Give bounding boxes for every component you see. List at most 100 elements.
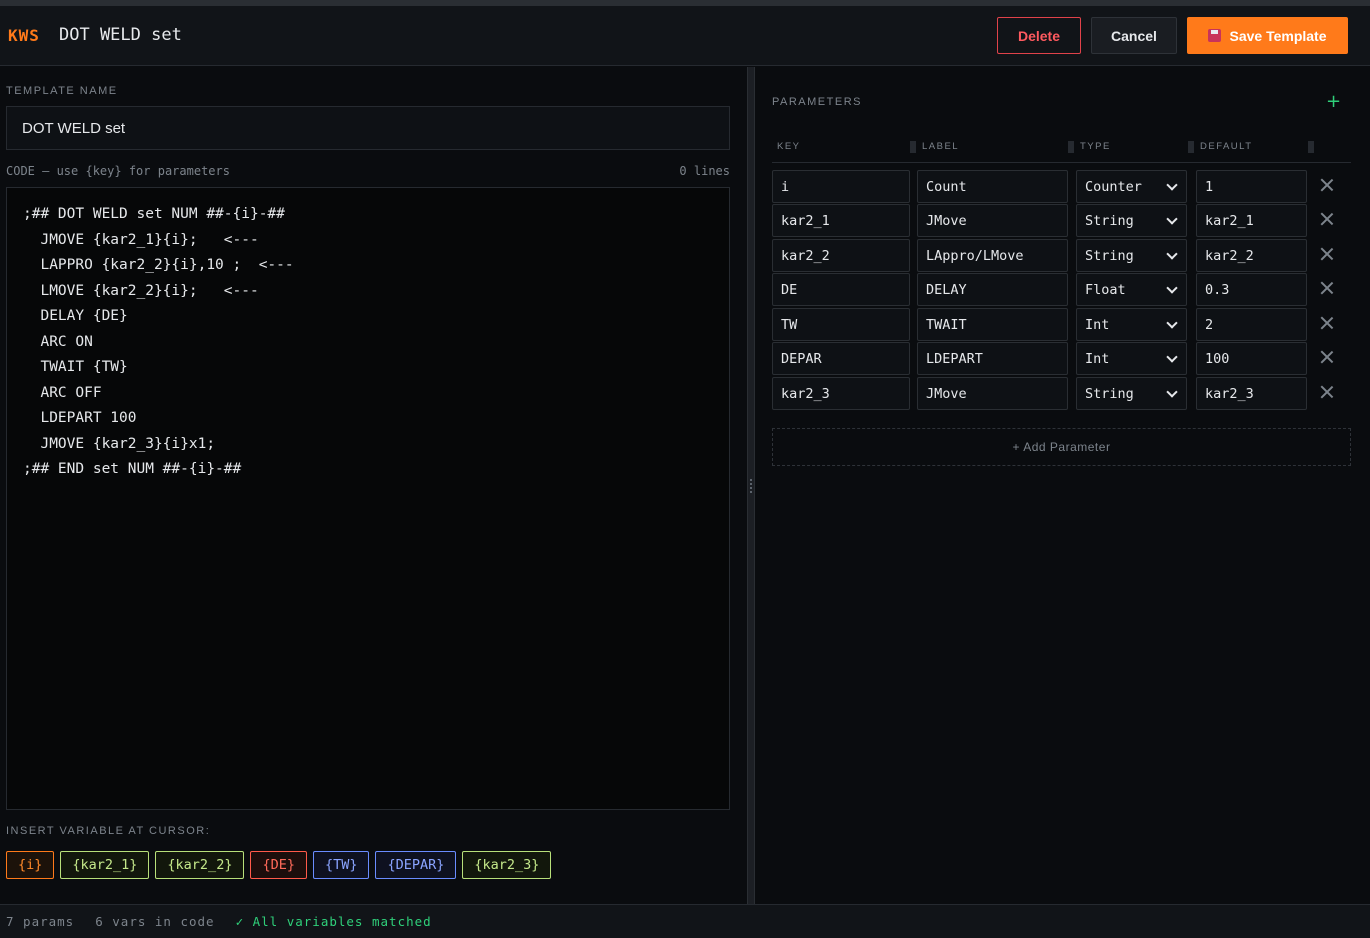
param-default-input[interactable]: 100 bbox=[1196, 342, 1307, 375]
save-template-button[interactable]: Save Template bbox=[1187, 17, 1348, 54]
brand-logo: KWS bbox=[8, 26, 40, 45]
code-line: ;## END set NUM ##-{i}-## bbox=[23, 461, 242, 477]
chevron-down-icon bbox=[1166, 316, 1178, 329]
param-type-value: Int bbox=[1085, 316, 1110, 333]
chip-kar2-3[interactable]: {kar2_3} bbox=[462, 851, 552, 879]
param-default-input[interactable]: 0.3 bbox=[1196, 273, 1307, 306]
param-default-input[interactable]: kar2_1 bbox=[1196, 204, 1307, 237]
chip-tw[interactable]: {TW} bbox=[312, 851, 370, 879]
code-line: ARC ON bbox=[23, 333, 93, 350]
save-template-label: Save Template bbox=[1229, 27, 1327, 44]
param-type-select[interactable]: Int bbox=[1076, 308, 1187, 341]
param-key-input[interactable]: kar2_2 bbox=[772, 239, 910, 272]
param-key-input[interactable]: kar2_1 bbox=[772, 204, 910, 237]
parameters-panel: PARAMETERS + KEY LABEL TYPE DEFAULT i Co… bbox=[755, 67, 1370, 904]
param-key-input[interactable]: DE bbox=[772, 273, 910, 306]
chip-kar2-2[interactable]: {kar2_2} bbox=[155, 851, 245, 879]
param-label-input[interactable]: JMove bbox=[917, 377, 1068, 410]
variable-chips: {i} {kar2_1} {kar2_2} {DE} {TW} {DEPAR} … bbox=[6, 851, 552, 879]
insert-variable-label: INSERT VARIABLE AT CURSOR: bbox=[6, 825, 211, 837]
close-icon[interactable] bbox=[1320, 385, 1334, 399]
param-default-input[interactable]: 1 bbox=[1196, 170, 1307, 203]
column-header-label: LABEL bbox=[922, 141, 960, 152]
column-header-default: DEFAULT bbox=[1200, 141, 1253, 152]
param-type-select[interactable]: String bbox=[1076, 239, 1187, 272]
param-default-input[interactable]: kar2_2 bbox=[1196, 239, 1307, 272]
chip-depar[interactable]: {DEPAR} bbox=[375, 851, 457, 879]
code-label: CODE — use {key} for parameters bbox=[6, 164, 230, 178]
param-type-select[interactable]: String bbox=[1076, 377, 1187, 410]
delete-button[interactable]: Delete bbox=[997, 17, 1081, 54]
chip-de[interactable]: {DE} bbox=[250, 851, 307, 879]
param-label-input[interactable]: JMove bbox=[917, 204, 1068, 237]
column-separator bbox=[1188, 141, 1194, 153]
param-default-input[interactable]: 2 bbox=[1196, 308, 1307, 341]
param-type-select[interactable]: Counter bbox=[1076, 170, 1187, 203]
code-line: LDEPART 100 bbox=[23, 410, 137, 426]
param-label-input[interactable]: Count bbox=[917, 170, 1068, 203]
code-line: LAPPRO {kar2_2}{i},10 ; <--- bbox=[23, 257, 294, 273]
parameter-row: DE DELAY Float 0.3 bbox=[772, 273, 1351, 306]
column-separator bbox=[1308, 141, 1314, 153]
close-icon[interactable] bbox=[1320, 316, 1334, 330]
status-params-count: 7 params bbox=[6, 914, 75, 929]
param-type-value: Counter bbox=[1085, 178, 1142, 195]
floppy-disk-icon bbox=[1208, 29, 1222, 42]
parameter-row: kar2_2 LAppro/LMove String kar2_2 bbox=[772, 239, 1351, 272]
column-header-type: TYPE bbox=[1080, 141, 1111, 152]
page-title: DOT WELD set bbox=[59, 25, 182, 45]
status-bar: 7 params 6 vars in code ✓ All variables … bbox=[0, 904, 1370, 938]
param-type-select[interactable]: Float bbox=[1076, 273, 1187, 306]
param-type-select[interactable]: Int bbox=[1076, 342, 1187, 375]
template-name-label: TEMPLATE NAME bbox=[6, 85, 118, 97]
status-vars-count: 6 vars in code bbox=[95, 914, 215, 929]
param-default-input[interactable]: kar2_3 bbox=[1196, 377, 1307, 410]
code-line: LMOVE {kar2_2}{i}; <--- bbox=[23, 282, 259, 299]
chevron-down-icon bbox=[1166, 350, 1178, 363]
param-label-input[interactable]: LAppro/LMove bbox=[917, 239, 1068, 272]
code-line: DELAY {DE} bbox=[23, 308, 128, 324]
param-type-value: String bbox=[1085, 247, 1134, 264]
param-type-value: Int bbox=[1085, 350, 1110, 367]
template-name-input[interactable]: DOT WELD set bbox=[6, 106, 730, 150]
chip-i[interactable]: {i} bbox=[6, 851, 55, 879]
column-separator bbox=[1068, 141, 1074, 153]
param-key-input[interactable]: kar2_3 bbox=[772, 377, 910, 410]
close-icon[interactable] bbox=[1320, 281, 1334, 295]
parameters-table-header: KEY LABEL TYPE DEFAULT bbox=[772, 135, 1351, 163]
chevron-down-icon bbox=[1166, 178, 1178, 191]
param-label-input[interactable]: TWAIT bbox=[917, 308, 1068, 341]
column-header-key: KEY bbox=[777, 141, 801, 152]
param-key-input[interactable]: i bbox=[772, 170, 910, 203]
param-type-value: Float bbox=[1085, 281, 1126, 298]
editor-panel: TEMPLATE NAME DOT WELD set CODE — use {k… bbox=[0, 67, 747, 904]
chip-kar2-1[interactable]: {kar2_1} bbox=[60, 851, 150, 879]
plus-icon[interactable]: + bbox=[1326, 91, 1341, 112]
code-line: ;## DOT WELD set NUM ##-{i}-## bbox=[23, 206, 285, 222]
chevron-down-icon bbox=[1166, 281, 1178, 294]
panel-resize-handle[interactable] bbox=[747, 67, 755, 904]
code-editor[interactable]: ;## DOT WELD set NUM ##-{i}-## JMOVE {ka… bbox=[6, 187, 730, 810]
status-match: ✓ All variables matched bbox=[235, 914, 432, 929]
param-type-value: String bbox=[1085, 385, 1134, 402]
chevron-down-icon bbox=[1166, 212, 1178, 225]
param-key-input[interactable]: TW bbox=[772, 308, 910, 341]
param-type-select[interactable]: String bbox=[1076, 204, 1187, 237]
parameters-title: PARAMETERS bbox=[772, 96, 862, 108]
code-line: JMOVE {kar2_1}{i}; <--- bbox=[23, 231, 259, 248]
chevron-down-icon bbox=[1166, 247, 1178, 260]
header: KWS DOT WELD set Delete Cancel Save Temp… bbox=[0, 6, 1370, 66]
close-icon[interactable] bbox=[1320, 247, 1334, 261]
param-label-input[interactable]: DELAY bbox=[917, 273, 1068, 306]
param-key-input[interactable]: DEPAR bbox=[772, 342, 910, 375]
code-line: TWAIT {TW} bbox=[23, 359, 128, 375]
close-icon[interactable] bbox=[1320, 178, 1334, 192]
close-icon[interactable] bbox=[1320, 212, 1334, 226]
add-parameter-button[interactable]: + Add Parameter bbox=[772, 428, 1351, 466]
close-icon[interactable] bbox=[1320, 350, 1334, 364]
parameter-row: kar2_3 JMove String kar2_3 bbox=[772, 377, 1351, 410]
param-label-input[interactable]: LDEPART bbox=[917, 342, 1068, 375]
drag-grip-icon bbox=[750, 479, 752, 493]
cancel-button[interactable]: Cancel bbox=[1091, 17, 1177, 54]
line-count: 0 lines bbox=[679, 164, 730, 178]
